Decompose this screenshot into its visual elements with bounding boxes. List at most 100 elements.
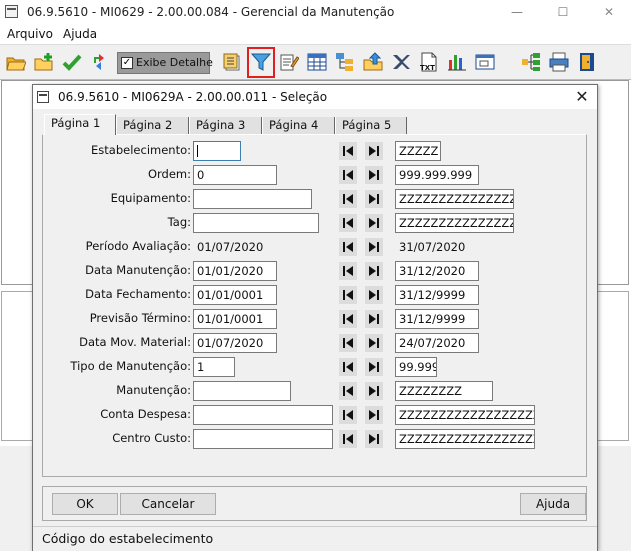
first-value-button[interactable]	[339, 142, 357, 160]
first-value-button[interactable]	[339, 334, 357, 352]
equipamento-to-input[interactable]: ZZZZZZZZZZZZZZZZ	[395, 189, 514, 209]
menu-arquivo[interactable]: Arquivo	[7, 27, 53, 41]
previsao-termino-from-input[interactable]: 01/01/0001	[193, 309, 277, 329]
tab-pagina-2[interactable]: Página 2	[116, 117, 189, 134]
exibe-detalhe-checkbox[interactable]: ✓ Exibe Detalhe	[117, 52, 213, 74]
print-icon[interactable]	[547, 50, 571, 74]
data-mov-material-to-input[interactable]: 24/07/2020	[395, 333, 479, 353]
tag-to-input[interactable]: ZZZZZZZZZZZZZZZZ	[395, 213, 514, 233]
field-label-centro-custo: Centro Custo:	[112, 431, 191, 445]
menu-ajuda[interactable]: Ajuda	[63, 27, 97, 41]
dialog-app-icon	[37, 91, 49, 103]
manutencao-from-input[interactable]	[193, 381, 291, 401]
first-value-button[interactable]	[339, 406, 357, 424]
first-value-button[interactable]	[339, 238, 357, 256]
tipo-manutencao-to-input[interactable]: 99.999	[395, 357, 437, 377]
last-value-button[interactable]	[365, 310, 383, 328]
tab-pagina-5[interactable]: Página 5	[335, 117, 407, 134]
hierarchy-icon[interactable]	[333, 50, 357, 74]
last-value-button[interactable]	[365, 262, 383, 280]
filter-icon[interactable]	[249, 50, 273, 74]
last-value-button[interactable]	[365, 358, 383, 376]
equipamento-from-input[interactable]	[193, 189, 312, 209]
text-caret	[197, 145, 198, 157]
ok-button[interactable]: OK	[52, 493, 118, 515]
tab-pagina-3[interactable]: Página 3	[189, 117, 262, 134]
estabelecimento-to-input[interactable]: ZZZZZ	[395, 141, 441, 161]
last-value-button[interactable]	[365, 166, 383, 184]
reports-icon[interactable]	[221, 50, 245, 74]
data-mov-material-from-input[interactable]: 01/07/2020	[193, 333, 277, 353]
conta-despesa-from-input[interactable]	[193, 405, 333, 425]
first-value-button[interactable]	[339, 190, 357, 208]
check-icon[interactable]	[60, 50, 84, 74]
centro-custo-to-input[interactable]: ZZZZZZZZZZZZZZZZZZZZ	[395, 429, 535, 449]
ordem-to-input[interactable]: 999.999.999	[395, 165, 479, 185]
data-manutencao-to-input[interactable]: 31/12/2020	[395, 261, 479, 281]
tree-icon[interactable]	[519, 50, 543, 74]
main-window-title: 06.9.5610 - MI0629 - 2.00.00.084 - Geren…	[27, 5, 395, 19]
first-value-button[interactable]	[339, 286, 357, 304]
dialog-close-button[interactable]: ✕	[573, 88, 591, 106]
dialog-status-bar: Código do estabelecimento	[33, 526, 597, 551]
last-value-button[interactable]	[365, 238, 383, 256]
last-value-button[interactable]	[365, 214, 383, 232]
field-label-tipo-manutencao: Tipo de Manutenção:	[70, 359, 191, 373]
field-label-conta-despesa: Conta Despesa:	[100, 407, 191, 421]
window-icon[interactable]	[473, 50, 497, 74]
toolbar: ✓ Exibe Detalhe TXT	[0, 44, 631, 80]
txt-label: TXT	[420, 64, 435, 72]
cancel-button[interactable]: Cancelar	[120, 493, 216, 515]
first-value-button[interactable]	[339, 262, 357, 280]
dialog-button-bar: OK Cancelar Ajuda	[42, 486, 587, 521]
bar-chart-icon[interactable]	[445, 50, 469, 74]
last-value-button[interactable]	[365, 382, 383, 400]
app-icon	[5, 5, 18, 18]
grid-icon[interactable]	[305, 50, 329, 74]
first-value-button[interactable]	[339, 214, 357, 232]
tab-pagina-4[interactable]: Página 4	[262, 117, 335, 134]
tab-panel-pagina-1: Estabelecimento: ZZZZZ Ordem: 0 999.999.…	[42, 134, 587, 477]
field-label-tag: Tag:	[167, 215, 191, 229]
minimize-button[interactable]: —	[495, 0, 539, 24]
maximize-button[interactable]: ☐	[541, 0, 585, 24]
last-value-button[interactable]	[365, 286, 383, 304]
close-button[interactable]: ✕	[587, 0, 631, 24]
excel-icon[interactable]	[389, 50, 413, 74]
last-value-button[interactable]	[365, 430, 383, 448]
data-fechamento-to-input[interactable]: 31/12/9999	[395, 285, 479, 305]
last-value-button[interactable]	[365, 190, 383, 208]
new-folder-icon[interactable]	[32, 50, 56, 74]
selection-dialog: 06.9.5610 - MI0629A - 2.00.00.011 - Sele…	[32, 84, 598, 551]
first-value-button[interactable]	[339, 310, 357, 328]
up-folder-icon[interactable]	[361, 50, 385, 74]
last-value-button[interactable]	[365, 406, 383, 424]
field-label-ordem: Ordem:	[147, 167, 191, 181]
previsao-termino-to-input[interactable]: 31/12/9999	[395, 309, 479, 329]
estabelecimento-from-input[interactable]	[193, 141, 241, 161]
txt-icon[interactable]: TXT	[417, 50, 441, 74]
data-manutencao-from-input[interactable]: 01/01/2020	[193, 261, 277, 281]
tab-pagina-1[interactable]: Página 1	[44, 114, 116, 135]
exit-icon[interactable]	[575, 50, 599, 74]
manutencao-to-input[interactable]: ZZZZZZZZ	[395, 381, 493, 401]
edit-icon[interactable]	[277, 50, 301, 74]
first-value-button[interactable]	[339, 358, 357, 376]
dialog-title: 06.9.5610 - MI0629A - 2.00.00.011 - Sele…	[58, 90, 328, 104]
first-value-button[interactable]	[339, 430, 357, 448]
conta-despesa-to-input[interactable]: ZZZZZZZZZZZZZZZZZZZZ	[395, 405, 535, 425]
first-value-button[interactable]	[339, 382, 357, 400]
refresh-icon[interactable]	[88, 50, 112, 74]
tag-from-input[interactable]	[193, 213, 319, 233]
field-label-equipamento: Equipamento:	[110, 191, 191, 205]
checkbox-check-icon[interactable]: ✓	[121, 57, 133, 69]
first-value-button[interactable]	[339, 166, 357, 184]
tipo-manutencao-from-input[interactable]: 1	[193, 357, 235, 377]
open-folder-icon[interactable]	[4, 50, 28, 74]
ordem-from-input[interactable]: 0	[193, 165, 277, 185]
help-button[interactable]: Ajuda	[520, 493, 586, 515]
centro-custo-from-input[interactable]	[193, 429, 333, 449]
last-value-button[interactable]	[365, 334, 383, 352]
data-fechamento-from-input[interactable]: 01/01/0001	[193, 285, 277, 305]
last-value-button[interactable]	[365, 142, 383, 160]
